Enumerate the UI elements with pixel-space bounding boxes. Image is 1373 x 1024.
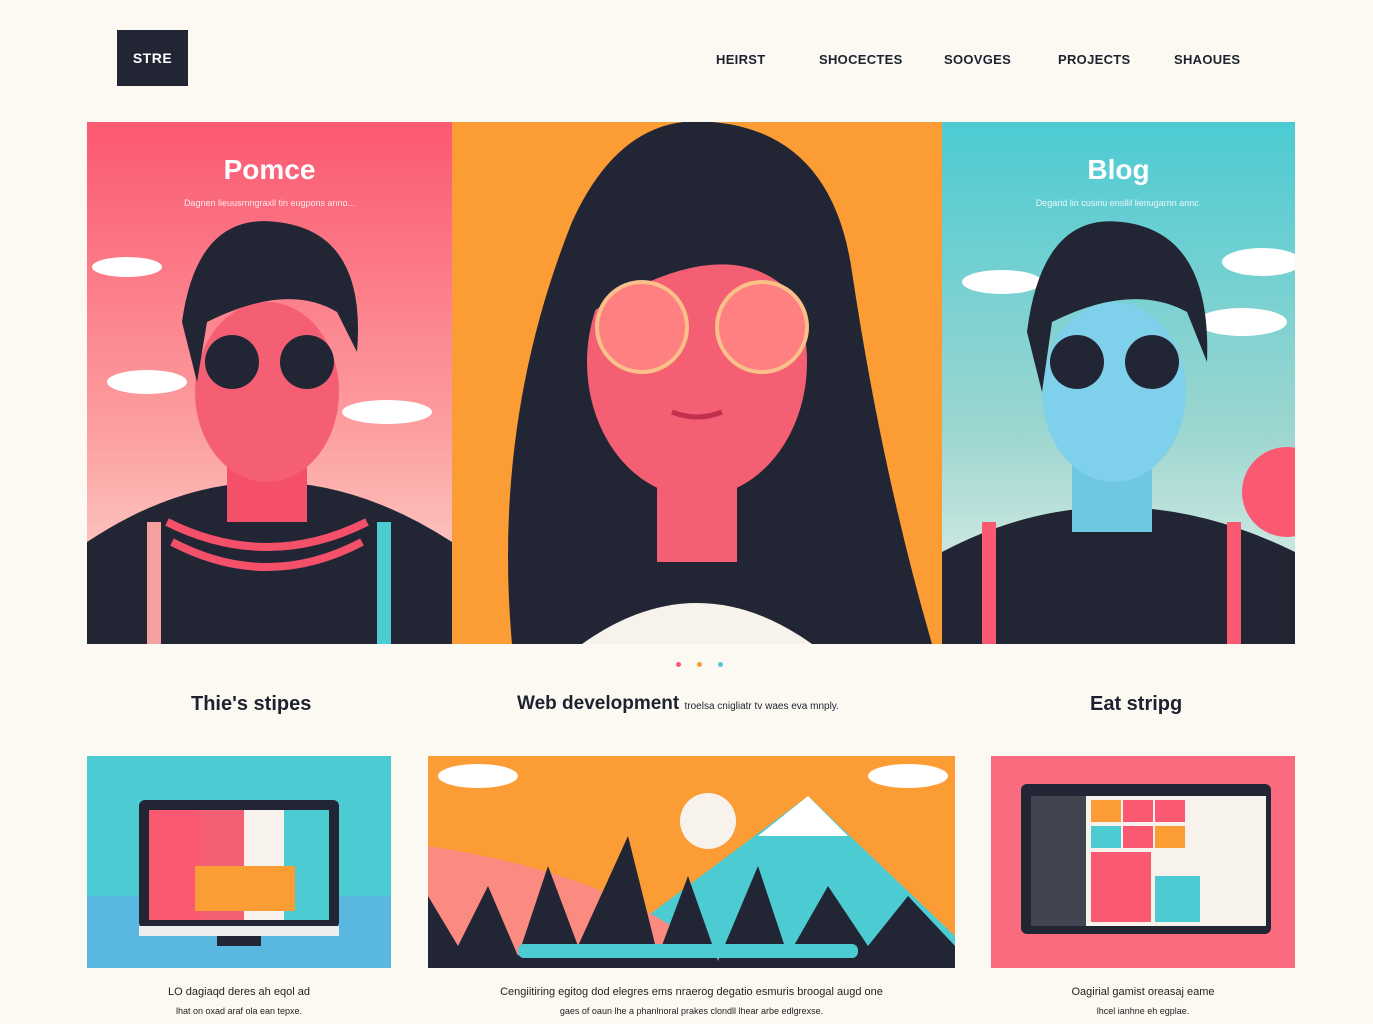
- nav-item-2[interactable]: SHOCECTES: [819, 52, 903, 67]
- caption-right-line2: lhcel ianhne eh egplae.: [1096, 1006, 1190, 1016]
- caption-right-line1: Oagirial gamist oreasaj eame: [1071, 986, 1215, 998]
- nav-item-5[interactable]: SHAOUES: [1174, 52, 1240, 67]
- section-title-middle-note: troelsa cnigliatr tv waes eva mnply.: [684, 701, 839, 712]
- nav-item-projects[interactable]: PROJECTS: [1058, 52, 1130, 67]
- caption-middle-line2: gaes of oaun lhe a phanlnoral prakes clo…: [559, 1006, 824, 1016]
- carousel-dot-2[interactable]: [697, 662, 702, 667]
- monitor-illustration: [87, 800, 391, 968]
- site-logo[interactable]: STRE: [117, 30, 188, 86]
- hero-carousel: Pomce Dagnen lieuusrnngraxll tin eugpons…: [87, 122, 1295, 644]
- nav-item-1[interactable]: HEIRST: [716, 52, 765, 67]
- section-title-middle: Web development troelsa cnigliatr tv wae…: [517, 693, 839, 715]
- hero-panel-left[interactable]: Pomce Dagnen lieuusrnngraxll tin eugpons…: [87, 122, 452, 644]
- dashboard-illustration: [1021, 784, 1271, 934]
- caption-left-line2: lhat on oxad araf ola ean tepxe.: [175, 1006, 303, 1016]
- carousel-dot-3[interactable]: [718, 662, 723, 667]
- carousel-dots: [676, 662, 723, 667]
- hero-panel-center[interactable]: [452, 122, 942, 644]
- caption-middle-line1: Cengiitiring egitog dod elegres ems nrae…: [500, 986, 883, 998]
- caption-left-line1: LO dagiaqd deres ah eqol ad: [168, 986, 310, 998]
- hero-panel-right[interactable]: Blog Degarid lin cusinu ensllil lienugar…: [942, 122, 1295, 644]
- woman-illustration: [508, 122, 932, 644]
- card-middle-image[interactable]: [428, 756, 955, 968]
- card-left-image[interactable]: [87, 756, 391, 968]
- mountain-illustration: [428, 764, 955, 968]
- hero-subtitle-right: Degarid lin cusinu ensllil lienugarnn an…: [1035, 198, 1202, 208]
- hero-subtitle-left: Dagnen lieuusrnngraxll tin eugpons anno.…: [183, 198, 356, 208]
- section-title-left: Thie's stipes: [191, 693, 312, 715]
- section-title-right: Eat stripg: [1090, 693, 1183, 715]
- card-right-image[interactable]: [991, 756, 1295, 968]
- carousel-dot-1[interactable]: [676, 662, 681, 667]
- section-title-middle-text: Web development: [517, 693, 680, 714]
- hero-title-left: Pomce: [223, 154, 316, 185]
- nav-item-3[interactable]: SOOVGES: [944, 52, 1011, 67]
- hero-title-right: Blog: [1087, 154, 1150, 185]
